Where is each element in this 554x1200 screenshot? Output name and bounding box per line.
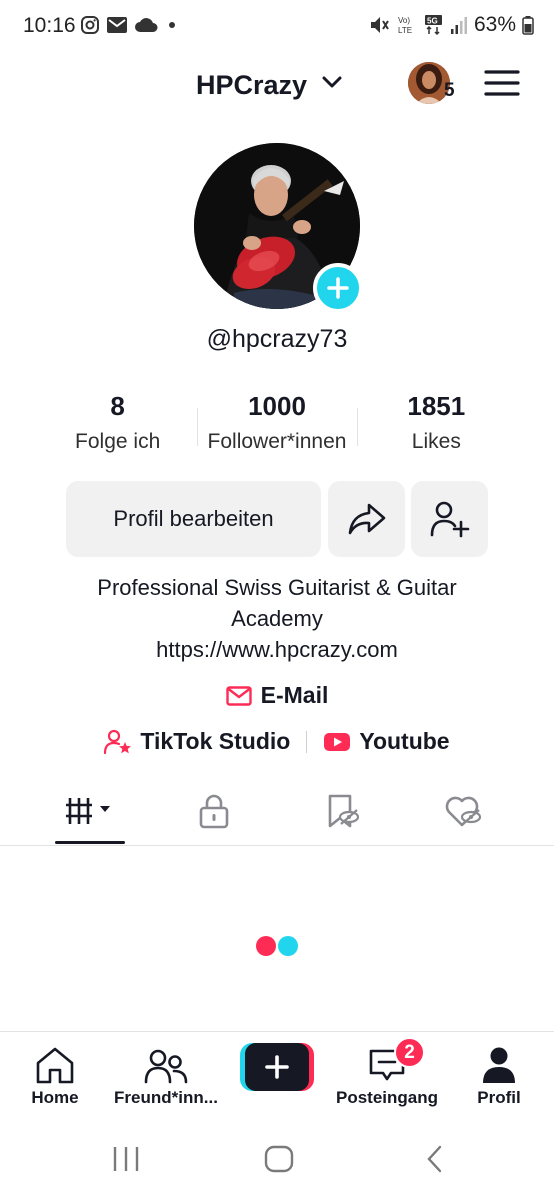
nav-inbox[interactable]: Posteingang [330,1032,444,1118]
stat-following[interactable]: 8 Folge ich [38,390,197,465]
active-tab-indicator [55,841,125,844]
stat-followers[interactable]: 1000 Follower*innen [197,390,356,465]
status-bar: 10:16 Vo) LTE 5G 63% [0,0,554,54]
profile-icon [483,1047,515,1083]
profile-bio: Professional Swiss Guitarist & Guitar Ac… [40,572,514,665]
nav-inbox-label: Posteingang [335,1088,438,1107]
youtube-link[interactable]: Youtube [323,728,450,755]
bio-line-1: Professional Swiss Guitarist & Guitar [97,575,457,600]
create-button[interactable] [240,1043,314,1091]
network-5g-icon: 5G [424,15,442,36]
signal-icon [450,17,467,34]
stat-following-value: 8 [110,391,125,421]
edit-profile-button[interactable]: Profil bearbeiten [66,481,321,557]
home-system-icon[interactable] [264,1145,294,1173]
profile-stats: 8 Folge ich 1000 Follower*innen 1851 Lik… [38,390,516,465]
instagram-icon [81,16,99,34]
loader-dot-red [256,936,276,956]
link-divider [306,730,308,753]
cloud-icon [135,18,158,32]
stat-likes-label: Likes [411,430,461,453]
plus-icon [327,277,349,299]
volte-icon: Vo)LTE [398,16,412,35]
stat-likes[interactable]: 1851 Likes [356,390,516,465]
videos-grid-icon [66,798,110,824]
nav-profile[interactable]: Profil [464,1032,534,1118]
stat-likes-value: 1851 [407,391,466,421]
stat-followers-value: 1000 [248,391,306,421]
status-system-icons: Vo) LTE 5G 63% [368,13,534,37]
tab-private[interactable] [154,778,274,844]
website-link[interactable]: https://www.hpcrazy.com [40,634,514,665]
youtube-icon [324,732,351,751]
stat-followers-label: Follower*innen [207,430,347,453]
dot-icon [169,22,175,28]
add-friend-button[interactable] [411,481,488,557]
loader-dot-cyan [278,936,298,956]
loading-indicator [256,936,298,956]
share-profile-button[interactable] [328,481,405,557]
back-icon[interactable] [424,1145,446,1173]
creator-star-icon [104,729,132,754]
notification-count: 5 [444,80,455,101]
tab-liked[interactable] [404,778,524,844]
nav-home[interactable]: Home [20,1032,90,1118]
liked-hidden-icon [445,796,482,827]
svg-text:5G: 5G [427,17,438,26]
nav-home-label: Home [31,1088,79,1107]
lock-icon [199,794,229,829]
saved-hidden-icon [328,794,360,828]
chevron-down-icon[interactable] [322,75,342,89]
tab-videos[interactable] [30,778,150,844]
svg-text:LTE: LTE [398,26,412,35]
envelope-icon [225,685,252,706]
friends-icon [144,1049,188,1084]
nav-friends[interactable]: Freund*inn... [110,1032,222,1118]
tiktok-studio-link[interactable]: TikTok Studio [104,728,290,755]
account-switcher-title[interactable]: HPCrazy [196,70,307,101]
content-tabs [0,778,554,846]
battery-icon [522,16,534,35]
add-avatar-button[interactable] [313,263,363,313]
profile-handle: @hpcrazy73 [206,325,348,353]
nav-profile-label: Profil [477,1088,521,1107]
bio-line-2: Academy [231,606,323,631]
inbox-unread-badge: 2 [394,1037,425,1068]
home-icon [36,1047,74,1084]
stat-following-label: Folge ich [75,430,161,453]
add-user-icon [430,501,469,538]
svg-text:Vo): Vo) [398,16,410,25]
nav-friends-label: Freund*inn... [114,1088,218,1107]
system-navigation-bar [0,1117,554,1200]
mail-icon [107,17,127,33]
bottom-navigation: Home Freund*inn... Posteingang 2 Profil [0,1031,554,1117]
plus-icon [265,1055,289,1079]
share-icon [348,503,385,535]
battery-percentage: 63% [473,13,516,36]
profile-header: HPCrazy 5 [0,58,554,114]
hamburger-menu-icon[interactable] [484,68,520,98]
email-link[interactable]: E-Mail [0,682,554,709]
email-label: E-Mail [260,682,329,708]
status-time: 10:16 [23,14,76,37]
recent-apps-icon[interactable] [112,1145,140,1173]
tab-saved[interactable] [282,778,402,844]
youtube-label: Youtube [359,728,450,754]
tiktok-studio-label: TikTok Studio [140,728,291,754]
mute-icon [370,17,389,33]
status-notification-icons [80,15,180,35]
profile-links: TikTok Studio Youtube [0,728,554,755]
